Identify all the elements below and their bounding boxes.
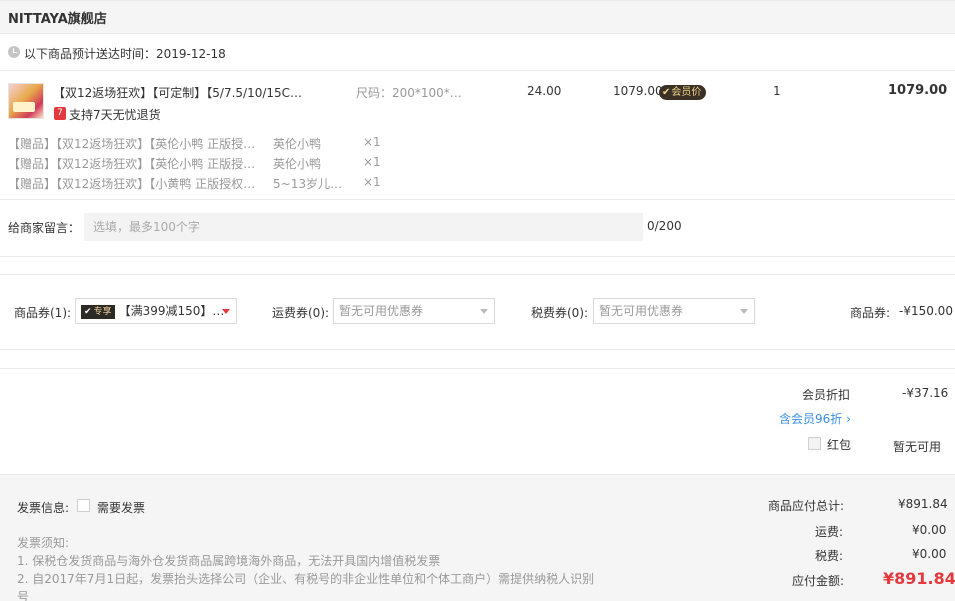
coupon-discount-label: 商品券: xyxy=(850,306,891,320)
clock-icon xyxy=(8,46,20,58)
gift-spec: 英伦小鸭 xyxy=(273,157,322,171)
tax-fee-value: ¥0.00 xyxy=(912,547,947,561)
tax-coupon-label: 税费券(0): xyxy=(531,306,589,320)
divider xyxy=(0,199,955,200)
product-spec: 尺码：200*100*… xyxy=(356,86,462,100)
gift-spec: 英伦小鸭 xyxy=(273,137,322,151)
seller-message-input[interactable] xyxy=(84,213,643,241)
delivery-estimate: 以下商品预计送达时间：2019-12-18 xyxy=(24,47,226,61)
invoice-notice-line: 号 xyxy=(17,590,30,601)
goods-coupon-label: 商品券(1): xyxy=(14,306,72,320)
divider xyxy=(0,256,955,257)
member-discount-label: 会员折扣 xyxy=(802,388,851,402)
divider xyxy=(0,349,955,350)
gift-title: 【赠品】【双12返场狂欢】【小黄鸭 正版授权… xyxy=(8,177,256,191)
goods-coupon-value: 【满399减150】… xyxy=(118,304,225,318)
vip-check-icon: ✔ xyxy=(662,87,671,98)
redpacket-value: 暂无可用 xyxy=(893,440,942,454)
invoice-notice-line: 2. 自2017年7月1日起，发票抬头选择公司（企业、有税号的非企业性单位和个体… xyxy=(17,572,595,586)
vip-price-label: 会员价 xyxy=(671,87,702,98)
store-name-link[interactable]: NITTAYA旗舰店 xyxy=(8,8,107,27)
invoice-label: 发票信息: xyxy=(17,501,70,515)
unit-price: 1079.00 xyxy=(613,84,663,98)
dropdown-arrow-icon xyxy=(740,309,748,314)
original-price: 24.00 xyxy=(527,84,562,98)
vip-price-badge: ✔会员价 xyxy=(659,85,707,100)
gift-qty: ×1 xyxy=(363,175,381,189)
invoice-notice-title: 发票须知: xyxy=(17,536,70,550)
product-subtotal: 1079.00 xyxy=(888,83,948,98)
exclusive-badge: ✔ 专享 xyxy=(81,305,115,319)
payable-amount: ¥891.84 xyxy=(883,569,955,588)
member-discount-value: -¥37.16 xyxy=(902,386,949,400)
shipping-fee-value: ¥0.00 xyxy=(912,523,947,537)
gift-qty: ×1 xyxy=(363,155,381,169)
exclusive-badge-label: 专享 xyxy=(93,307,112,317)
message-label: 给商家留言： xyxy=(8,221,81,235)
gift-qty: ×1 xyxy=(363,135,381,149)
gift-title: 【赠品】【双12返场狂欢】【英伦小鸭 正版授… xyxy=(8,157,256,171)
goods-total-value: ¥891.84 xyxy=(898,497,948,511)
dropdown-arrow-icon xyxy=(222,309,230,314)
member-discount-link[interactable]: 含会员96折 › xyxy=(779,410,851,427)
message-counter: 0/200 xyxy=(647,219,682,233)
coupon-discount-value: -¥150.00 xyxy=(899,304,953,318)
payable-label: 应付金额: xyxy=(792,574,845,588)
divider xyxy=(0,70,955,71)
invoice-checkbox[interactable] xyxy=(77,499,90,512)
invoice-notice-line: 1. 保税仓发货商品与海外仓发货商品属跨境海外商品，无法开具国内增值税发票 xyxy=(17,554,441,568)
quantity: 1 xyxy=(773,84,781,98)
divider xyxy=(0,368,955,369)
redpacket-label: 红包 xyxy=(827,438,852,452)
product-title-link[interactable]: 【双12返场狂欢】【可定制】【5/7.5/10/15C… xyxy=(53,84,302,101)
gift-spec: 5~13岁儿… xyxy=(273,177,342,191)
product-thumbnail[interactable] xyxy=(8,83,44,119)
divider xyxy=(0,274,955,275)
shipping-coupon-select[interactable]: 暂无可用优惠券 xyxy=(333,298,495,324)
goods-coupon-select[interactable]: ✔ 专享 【满399减150】… xyxy=(75,298,237,324)
gift-title: 【赠品】【双12返场狂欢】【英伦小鸭 正版授… xyxy=(8,137,256,151)
tax-coupon-select[interactable]: 暂无可用优惠券 xyxy=(593,298,755,324)
exclusive-check-icon: ✔ xyxy=(84,307,92,317)
tax-coupon-value: 暂无可用优惠券 xyxy=(599,304,684,318)
shipping-coupon-label: 运费券(0): xyxy=(272,306,330,320)
return-policy-icon: 7 xyxy=(54,107,66,120)
dropdown-arrow-icon xyxy=(480,309,488,314)
goods-total-label: 商品应付总计: xyxy=(768,499,845,513)
invoice-checkbox-label[interactable]: 需要发票 xyxy=(97,499,145,516)
return-policy-text: 支持7天无忧退货 xyxy=(69,108,161,122)
shipping-coupon-value: 暂无可用优惠券 xyxy=(339,304,424,318)
redpacket-checkbox[interactable] xyxy=(808,437,821,450)
shipping-fee-label: 运费: xyxy=(815,525,844,539)
store-header xyxy=(0,0,955,34)
tax-fee-label: 税费: xyxy=(815,549,844,563)
